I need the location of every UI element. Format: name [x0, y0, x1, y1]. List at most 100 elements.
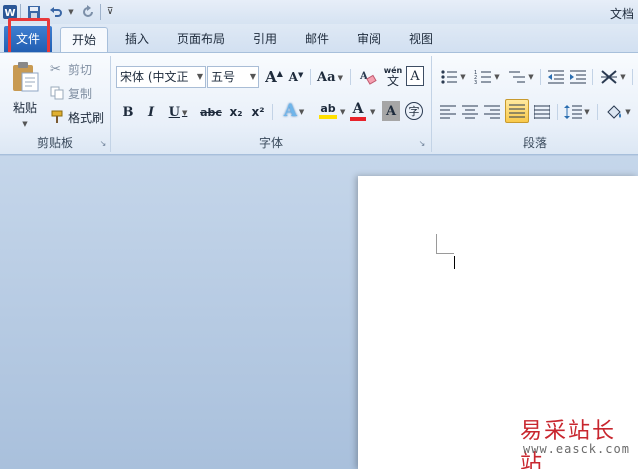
increase-indent-button[interactable] [568, 66, 588, 88]
font-size-value: 五号 [211, 70, 236, 84]
chinese-layout-button[interactable]: ▼ [598, 66, 628, 88]
font-color-bar [350, 116, 366, 121]
tab-insert[interactable]: 插入 [116, 27, 158, 52]
copy-button[interactable]: 复制 [50, 84, 92, 102]
align-left-button[interactable] [438, 101, 458, 123]
clear-formatting-icon: A [359, 71, 377, 85]
font-name-combobox[interactable]: 宋体 (中文正 ▼ [116, 66, 206, 88]
undo-icon[interactable] [48, 3, 64, 21]
paragraph-group-label: 段落 [522, 136, 547, 150]
font-group-label: 字体 [258, 136, 283, 150]
character-shading-icon: A [385, 103, 397, 119]
text-cursor [454, 256, 455, 269]
italic-button[interactable]: I [141, 101, 161, 123]
enclose-characters-button[interactable]: 字 [404, 100, 424, 122]
cut-label: 剪切 [68, 62, 93, 77]
bold-icon: B [122, 104, 134, 120]
format-painter-button[interactable]: 格式刷 [50, 108, 104, 126]
paste-button[interactable]: 粘贴 ▼ [4, 56, 46, 132]
divider [632, 69, 633, 85]
align-right-button[interactable] [482, 101, 502, 123]
subscript-icon: x₂ [229, 105, 243, 119]
distributed-button[interactable] [532, 101, 552, 123]
clear-formatting-button[interactable]: A [358, 66, 378, 88]
divider [272, 104, 273, 120]
cut-button[interactable]: ✂ 剪切 [50, 60, 92, 78]
divider [592, 69, 593, 85]
increase-indent-icon [570, 70, 586, 84]
multilevel-list-button[interactable]: ▼ [506, 66, 536, 88]
highlight-color-bar [319, 115, 337, 119]
format-painter-label: 格式刷 [68, 110, 105, 125]
paste-dropdown-icon: ▼ [22, 119, 28, 128]
highlighter-icon: ab [320, 102, 336, 115]
redo-icon[interactable] [80, 3, 96, 21]
divider [597, 104, 598, 120]
grow-font-icon: A [265, 68, 277, 86]
bullets-button[interactable]: ▼ [438, 66, 468, 88]
format-painter-icon [51, 110, 63, 123]
subscript-button[interactable]: x₂ [226, 101, 246, 123]
shrink-font-icon: A [288, 70, 298, 84]
font-color-button[interactable]: A [346, 99, 370, 123]
multilevel-list-icon [509, 71, 526, 83]
align-center-button[interactable] [460, 101, 480, 123]
font-size-combobox[interactable]: 五号 ▼ [207, 66, 259, 88]
divider [557, 104, 558, 120]
font-color-dropdown-icon[interactable]: ▼ [370, 108, 375, 116]
distributed-icon [534, 105, 550, 119]
grow-font-button[interactable]: A ▲ [264, 66, 284, 88]
italic-icon: I [147, 104, 155, 120]
divider [350, 69, 351, 85]
align-right-icon [484, 105, 500, 119]
copy-icon [50, 86, 64, 100]
customize-qat-icon[interactable]: ⊽ [104, 3, 116, 21]
qat-divider [100, 4, 101, 20]
svg-text:A: A [359, 71, 368, 82]
tab-page-layout[interactable]: 页面布局 [170, 27, 232, 52]
chevron-down-icon: ▼ [196, 72, 203, 81]
tab-mailings[interactable]: 邮件 [298, 27, 336, 52]
scissors-icon: ✂ [50, 61, 61, 77]
tab-view[interactable]: 视图 [402, 27, 440, 52]
bold-button[interactable]: B [118, 101, 138, 123]
svg-text:3: 3 [474, 80, 477, 85]
numbering-button[interactable]: 1 2 3 ▼ [472, 66, 502, 88]
character-border-icon: A [410, 68, 420, 84]
character-border-button[interactable]: A [406, 66, 424, 86]
character-shading-button[interactable]: A [382, 101, 400, 121]
font-dialog-launcher-icon[interactable]: ↘ [418, 140, 426, 148]
chinese-layout-icon [601, 70, 618, 84]
line-spacing-button[interactable]: ▼ [562, 101, 592, 123]
clipboard-dialog-launcher-icon[interactable]: ↘ [99, 140, 107, 148]
watermark-text: 易采站长站 [520, 419, 617, 469]
divider [310, 69, 311, 85]
strikethrough-button[interactable]: abc [198, 101, 224, 123]
numbering-icon: 123 [474, 70, 492, 85]
font-color-icon: A [352, 100, 364, 117]
underline-button[interactable]: U ▼ [164, 101, 192, 123]
change-case-icon: Aa [317, 69, 336, 85]
justify-button[interactable] [505, 99, 529, 123]
decrease-indent-button[interactable] [546, 66, 566, 88]
phonetic-guide-button[interactable]: wén 文 [382, 64, 404, 88]
text-effects-button[interactable]: A ▼ [278, 99, 310, 123]
shrink-font-button[interactable]: A ▼ [286, 66, 306, 88]
shading-button[interactable]: ▼ [603, 101, 633, 123]
strikethrough-icon: abc [200, 105, 222, 119]
tab-review[interactable]: 审阅 [350, 27, 388, 52]
superscript-button[interactable]: x² [248, 101, 268, 123]
text-effects-icon: A [283, 101, 297, 121]
undo-dropdown-icon[interactable]: ▼ [66, 3, 76, 21]
change-case-button[interactable]: Aa ▼ [314, 66, 346, 88]
clipboard-group-label: 剪贴板 [36, 136, 73, 150]
paint-bucket-icon [607, 105, 622, 119]
window-title: 文档 [610, 7, 635, 21]
font-name-value: 宋体 (中文正 [120, 70, 189, 84]
watermark-url: www.easck.com [523, 442, 630, 456]
tab-references[interactable]: 引用 [246, 27, 284, 52]
highlight-dropdown-icon[interactable]: ▼ [340, 108, 345, 116]
superscript-icon: x² [251, 105, 265, 119]
paste-icon [13, 61, 39, 91]
tab-home[interactable]: 开始 [60, 27, 108, 52]
